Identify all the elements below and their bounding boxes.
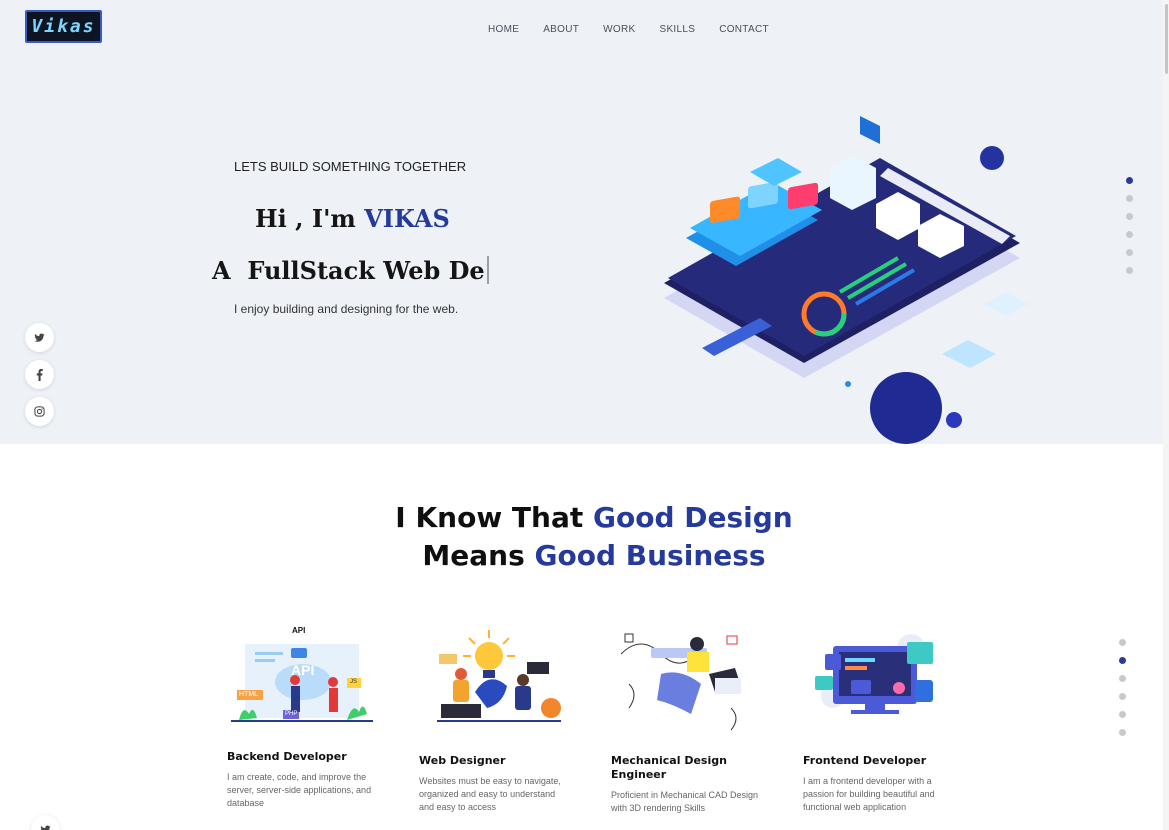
hero-tagline: LETS BUILD SOMETHING TOGETHER bbox=[234, 159, 467, 174]
hero-role: A FullStack Web De bbox=[212, 256, 489, 285]
nav-contact[interactable]: CONTACT bbox=[719, 24, 769, 35]
card-title: Frontend Developer bbox=[803, 754, 927, 767]
service-card-mechanical: Mechanical Design Engineer Proficient in… bbox=[611, 624, 761, 815]
facebook-icon bbox=[36, 368, 43, 381]
service-card-web-designer: Web Designer Websites must be easy to na… bbox=[419, 624, 569, 814]
twitter-link[interactable] bbox=[31, 815, 60, 830]
social-links bbox=[25, 323, 54, 426]
nav-about[interactable]: ABOUT bbox=[543, 24, 579, 35]
section-dot[interactable] bbox=[1119, 675, 1126, 682]
section-dot[interactable] bbox=[1119, 693, 1126, 700]
art-label: PHP bbox=[285, 711, 298, 717]
heading-line-1-accent: Good Design bbox=[593, 501, 793, 534]
section-dot[interactable] bbox=[1126, 231, 1133, 238]
page: Vikas HOME ABOUT WORK SKILLS CONTACT LET… bbox=[0, 0, 1169, 830]
backend-illustration: API API HTML PHP JS bbox=[227, 624, 377, 734]
heading-line-1: I Know That Good Design bbox=[8, 499, 1169, 537]
services-heading: I Know That Good Design Means Good Busin… bbox=[8, 499, 1169, 575]
section-dot[interactable] bbox=[1126, 213, 1133, 220]
nav-home[interactable]: HOME bbox=[488, 24, 519, 35]
section-dot[interactable] bbox=[1119, 657, 1126, 664]
nav-work[interactable]: WORK bbox=[603, 24, 635, 35]
twitter-icon bbox=[40, 825, 51, 830]
instagram-link[interactable] bbox=[25, 397, 54, 426]
hero-section: LETS BUILD SOMETHING TOGETHER Hi , I'm V… bbox=[0, 58, 1163, 444]
site-header: Vikas HOME ABOUT WORK SKILLS CONTACT bbox=[0, 0, 1163, 58]
role-text: A FullStack Web De bbox=[212, 256, 485, 285]
art-label: API bbox=[292, 626, 306, 635]
nav-skills[interactable]: SKILLS bbox=[659, 24, 695, 35]
section-dot[interactable] bbox=[1126, 249, 1133, 256]
heading-line-2-plain: Means bbox=[422, 539, 535, 572]
service-card-backend: API API HTML PHP JS Backend Developer I … bbox=[227, 624, 377, 810]
hero-subtitle: I enjoy building and designing for the w… bbox=[234, 302, 459, 316]
twitter-link[interactable] bbox=[25, 323, 54, 352]
hero-greeting: Hi , I'm VIKAS bbox=[255, 204, 450, 233]
art-label: API bbox=[291, 662, 315, 678]
heading-line-2: Means Good Business bbox=[8, 537, 1169, 575]
card-title: Web Designer bbox=[419, 754, 506, 767]
card-description: Websites must be easy to navigate, organ… bbox=[419, 776, 561, 812]
logo-text: Vikas bbox=[31, 16, 96, 37]
mechanical-design-illustration bbox=[620, 633, 741, 731]
card-title: Mechanical Design Engineer bbox=[611, 754, 727, 781]
hero-name: VIKAS bbox=[364, 204, 450, 233]
service-card-frontend: Frontend Developer I am a frontend devel… bbox=[803, 624, 953, 814]
art-label: JS bbox=[350, 679, 358, 685]
main-nav: HOME ABOUT WORK SKILLS CONTACT bbox=[488, 24, 769, 35]
services-section: I Know That Good Design Means Good Busin… bbox=[8, 444, 1156, 830]
hero-section-dots bbox=[1126, 177, 1133, 274]
card-description: Proficient in Mechanical CAD Design with… bbox=[611, 790, 759, 813]
scrollbar-thumb[interactable] bbox=[1165, 4, 1168, 74]
frontend-illustration bbox=[815, 634, 933, 714]
section-dot[interactable] bbox=[1119, 711, 1126, 718]
greeting-text: Hi , I'm bbox=[255, 204, 365, 233]
section-dot[interactable] bbox=[1119, 639, 1126, 646]
social-links-bottom bbox=[25, 815, 60, 830]
logo[interactable]: Vikas bbox=[25, 10, 102, 43]
services-section-dots bbox=[1119, 639, 1126, 736]
isometric-phone-illustration bbox=[664, 116, 1028, 444]
web-designer-illustration bbox=[437, 630, 561, 722]
facebook-link[interactable] bbox=[25, 360, 54, 389]
card-description: I am a frontend developer with a passion… bbox=[803, 776, 935, 812]
card-title: Backend Developer bbox=[227, 750, 347, 763]
typing-caret bbox=[486, 256, 489, 284]
twitter-icon bbox=[34, 333, 45, 342]
section-dot[interactable] bbox=[1126, 195, 1133, 202]
section-dot[interactable] bbox=[1126, 177, 1133, 184]
instagram-icon bbox=[34, 406, 45, 417]
heading-line-1-plain: I Know That bbox=[395, 501, 593, 534]
page-scrollbar[interactable] bbox=[1163, 0, 1169, 830]
art-label: HTML bbox=[239, 691, 259, 698]
card-description: I am create, code, and improve the serve… bbox=[227, 772, 372, 808]
section-dot[interactable] bbox=[1126, 267, 1133, 274]
section-dot[interactable] bbox=[1119, 729, 1126, 736]
heading-line-2-accent: Good Business bbox=[534, 539, 766, 572]
